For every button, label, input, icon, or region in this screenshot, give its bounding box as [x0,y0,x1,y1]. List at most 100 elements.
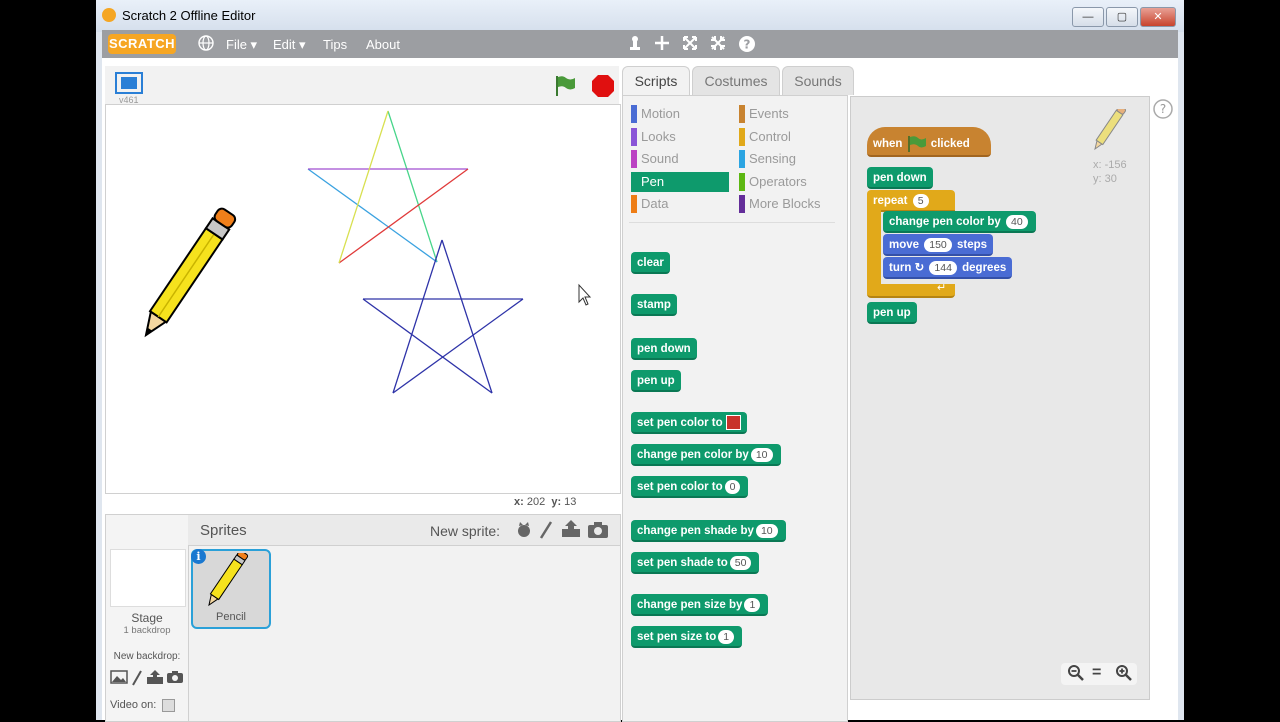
tab-scripts[interactable]: Scripts [622,66,690,97]
camera-backdrop-icon[interactable] [166,670,184,689]
grow-icon[interactable] [682,35,698,55]
category-color-bar [739,172,745,191]
category-looks[interactable]: Looks [631,127,739,147]
palette-block-label: change pen color by [637,449,749,461]
app-window: Scratch 2 Offline Editor — ▢ ✕ SCRATCH F… [96,0,1184,722]
palette-block-input[interactable]: 50 [729,555,752,570]
category-label: Sensing [749,151,796,166]
palette-block-set-pen-color-to[interactable]: set pen color to 0 [631,476,749,498]
menu-about[interactable]: About [366,37,400,52]
category-label: Sound [641,151,679,166]
video-checkbox[interactable] [162,699,175,712]
menu-file[interactable]: File ▾ [226,37,257,53]
category-more-blocks[interactable]: More Blocks [739,194,847,214]
help-icon[interactable]: ? [1152,98,1174,125]
maximize-button[interactable]: ▢ [1106,7,1138,27]
minimize-button[interactable]: — [1072,7,1104,27]
palette-block-input[interactable]: 0 [724,479,741,494]
close-button[interactable]: ✕ [1140,7,1176,27]
scratch-logo[interactable]: SCRATCH [108,34,176,54]
turn-right-icon: ↻ [914,262,925,274]
palette-block-change-pen-size-by[interactable]: change pen size by 1 [631,594,769,616]
upload-backdrop-icon[interactable] [146,669,164,690]
stage-label: Stage [131,611,163,625]
stop-icon[interactable] [591,74,615,103]
script-move[interactable]: move 150 steps [883,234,994,256]
palette-color-swatch[interactable] [725,415,741,431]
brush-icon[interactable] [131,670,143,691]
scripts-area[interactable]: when clicked pen down repeat 5 ↵ change … [850,96,1150,700]
palette-block-change-pen-color-by[interactable]: change pen color by 10 [631,444,781,466]
duplicate-icon[interactable] [627,35,643,55]
upload-sprite-icon[interactable] [560,519,582,544]
move-steps-input[interactable]: 150 [924,237,952,252]
current-sprite-icon [1091,105,1131,158]
palette-block-stamp[interactable]: stamp [631,294,677,316]
palette-block-set-pen-shade-to[interactable]: set pen shade to 50 [631,552,760,574]
script-change-pen-color[interactable]: change pen color by 40 [883,211,1036,233]
script-repeat-block[interactable]: repeat 5 ↵ change pen color by 40 move 1… [867,190,1036,302]
sprite-x-readout: x: -156 [1093,159,1127,171]
palette-block-label: set pen shade to [637,557,728,569]
stage-canvas[interactable] [105,104,621,494]
menu-edit[interactable]: Edit ▾ [273,37,306,53]
paint-sprite-icon[interactable] [538,520,554,545]
palette-block-label: set pen color to [637,417,723,429]
zoom-in-button[interactable] [1115,664,1133,687]
sprite-pane: Stage 1 backdrop New backdrop: Video on: [105,514,621,722]
mouse-x-value: 202 [526,496,546,508]
repeat-c-foot: ↵ [867,282,955,298]
globe-icon[interactable] [198,35,214,55]
repeat-count-input[interactable]: 5 [912,193,929,208]
tab-sounds[interactable]: Sounds [782,66,854,95]
turn-degrees-input[interactable]: 144 [929,260,957,275]
title-bar: Scratch 2 Offline Editor — ▢ ✕ [96,0,1184,32]
category-pen[interactable]: Pen [631,171,729,192]
script-pen-up[interactable]: pen up [867,302,917,324]
zoom-out-button[interactable] [1067,664,1085,687]
video-on-label: Video on: [110,699,157,711]
stage-mouse-coords: x: 202 y: 13 [514,496,576,508]
palette-block-input[interactable]: 10 [755,523,778,538]
shrink-icon[interactable] [710,35,726,55]
tab-costumes[interactable]: Costumes [692,66,780,95]
sprite-tile-pencil[interactable]: i Pencil [191,549,271,629]
category-events[interactable]: Events [739,104,847,124]
category-color-bar [739,105,745,123]
palette-block-input[interactable]: 1 [744,597,761,612]
green-flag-icon[interactable] [553,74,577,103]
delete-icon[interactable] [654,35,670,55]
script-turn[interactable]: turn ↻ 144 degrees [883,257,1013,279]
script-pen-down[interactable]: pen down [867,167,933,189]
category-label: Motion [641,106,681,121]
repeat-label: repeat [873,195,908,207]
category-sensing[interactable]: Sensing [739,149,847,169]
paint-backdrop-icon[interactable] [110,670,128,689]
camera-sprite-icon[interactable] [587,521,609,544]
palette-block-pen-up[interactable]: pen up [631,370,681,392]
palette-block-change-pen-shade-by[interactable]: change pen shade by 10 [631,520,786,542]
palette-block-pen-down[interactable]: pen down [631,338,697,360]
category-sound[interactable]: Sound [631,149,739,169]
stage-thumbnail[interactable] [110,549,186,607]
palette-block-set-pen-color-to[interactable]: set pen color to [631,412,747,434]
palette-block-input[interactable]: 1 [718,629,735,644]
palette-block-input[interactable]: 10 [750,447,773,462]
window-title: Scratch 2 Offline Editor [122,8,256,23]
palette-block-label: clear [637,257,664,269]
category-operators[interactable]: Operators [739,172,847,192]
category-control[interactable]: Control [739,127,847,147]
zoom-reset-button[interactable]: = [1092,664,1101,682]
change-color-input[interactable]: 40 [1006,214,1028,229]
category-data[interactable]: Data [631,194,739,214]
category-motion[interactable]: Motion [631,104,739,124]
palette-block-set-pen-size-to[interactable]: set pen size to 1 [631,626,743,648]
palette-block-label: change pen size by [637,599,743,611]
script-when-flag-clicked[interactable]: when clicked [867,127,991,157]
editor-main: v461 x: 202 y: 13 Stage 1 backdrop New b… [102,58,1178,722]
menu-tips[interactable]: Tips [323,37,347,52]
palette-block-clear[interactable]: clear [631,252,670,274]
stage-header: v461 [105,66,619,105]
sprite-library-icon[interactable] [514,520,534,545]
help-icon[interactable]: ? [738,35,756,57]
